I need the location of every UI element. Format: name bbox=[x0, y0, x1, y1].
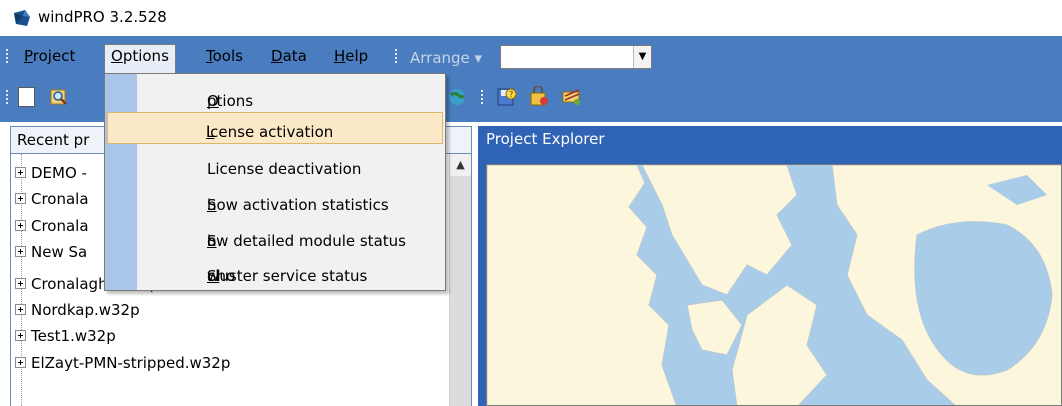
list-item-label: Test1.w32p bbox=[31, 327, 116, 345]
list-item-label: New Sa bbox=[31, 243, 88, 261]
arrange-combobox[interactable]: ▼ bbox=[500, 45, 652, 69]
arrange-menu[interactable]: Arrange ▾ bbox=[410, 49, 482, 67]
menu-mnemonic: H bbox=[334, 47, 346, 65]
expand-icon[interactable] bbox=[15, 330, 26, 341]
menu-label: ata bbox=[282, 47, 307, 65]
title-bar: windPRO 3.2.528 bbox=[0, 0, 1062, 36]
list-item-label: Cronala bbox=[31, 190, 89, 208]
menu-mnemonic: T bbox=[206, 47, 213, 65]
expand-icon[interactable] bbox=[15, 193, 26, 204]
menu-item-license-deactivation[interactable]: License deactivation bbox=[105, 148, 445, 180]
menu-options[interactable]: Options bbox=[104, 44, 176, 74]
recent-projects-title: Recent pr bbox=[17, 131, 90, 149]
save-help-icon[interactable]: ? bbox=[495, 86, 517, 108]
menu-label: roject bbox=[32, 47, 76, 65]
menu-mnemonic: P bbox=[24, 47, 33, 65]
menu-label: ools bbox=[212, 47, 243, 65]
list-item-label: Nordkap.w32p bbox=[31, 301, 140, 319]
expand-icon[interactable] bbox=[15, 167, 26, 178]
expand-icon[interactable] bbox=[15, 220, 26, 231]
project-explorer-panel bbox=[478, 154, 1062, 406]
menu-tools[interactable]: Tools bbox=[200, 45, 249, 69]
menu-project[interactable]: Project bbox=[18, 45, 81, 69]
search-project-icon[interactable] bbox=[48, 86, 70, 108]
settings-tool-icon[interactable] bbox=[561, 86, 583, 108]
expand-icon[interactable] bbox=[15, 357, 26, 368]
windpro-logo-icon bbox=[14, 10, 30, 26]
scroll-up-icon[interactable]: ▲ bbox=[450, 154, 471, 176]
menu-help[interactable]: Help bbox=[328, 45, 374, 69]
menu-item-activation-statistics[interactable]: Show activation statistics bbox=[105, 184, 445, 216]
expand-icon[interactable] bbox=[15, 278, 26, 289]
menu-mnemonic: D bbox=[271, 47, 283, 65]
options-dropdown-menu: Options License activation License deact… bbox=[104, 73, 446, 291]
menu-mnemonic: O bbox=[111, 47, 123, 65]
project-explorer-title: Project Explorer bbox=[486, 130, 605, 148]
map-view[interactable] bbox=[486, 164, 1062, 406]
lock-icon[interactable] bbox=[528, 86, 550, 108]
menu-bar: Project Options Tools Data Help Arrange … bbox=[0, 36, 1062, 74]
menu-label: ptions bbox=[122, 47, 169, 65]
menu-item-options[interactable]: Options bbox=[105, 80, 445, 112]
menu-item-cluster-service-status[interactable]: Sho w cluster service status bbox=[105, 255, 445, 287]
window-title: windPRO 3.2.528 bbox=[38, 8, 167, 26]
menu-item-module-status[interactable]: Sh ow detailed module status bbox=[105, 220, 445, 252]
menu-item-license-activation[interactable]: License activation bbox=[107, 112, 443, 144]
project-explorer-header: Project Explorer bbox=[478, 126, 1062, 154]
map-image[interactable] bbox=[487, 165, 1062, 406]
expand-icon[interactable] bbox=[15, 246, 26, 257]
list-item-label: Cronala bbox=[31, 217, 89, 235]
list-item-label: DEMO - bbox=[31, 164, 87, 182]
menu-label: elp bbox=[345, 47, 369, 65]
list-item-label: ElZayt-PMN-stripped.w32p bbox=[31, 354, 231, 372]
vertical-scrollbar[interactable]: ▲ bbox=[449, 154, 471, 406]
expand-icon[interactable] bbox=[15, 304, 26, 315]
chevron-down-icon[interactable]: ▼ bbox=[633, 46, 651, 68]
menu-data[interactable]: Data bbox=[265, 45, 313, 69]
globe-icon[interactable] bbox=[446, 86, 468, 108]
new-project-icon[interactable] bbox=[18, 87, 35, 107]
svg-text:?: ? bbox=[509, 90, 513, 99]
